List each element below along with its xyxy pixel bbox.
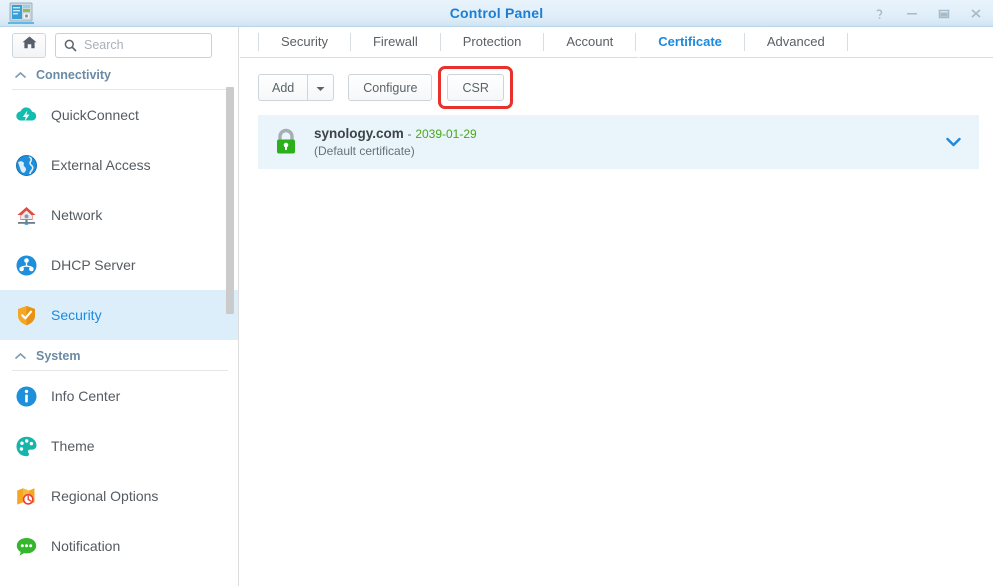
shield-icon — [14, 303, 39, 328]
chevron-up-icon — [14, 71, 27, 80]
help-button[interactable] — [872, 6, 887, 21]
tab-bar-divider — [240, 57, 993, 58]
certificate-toolbar: Add Configure CSR — [240, 57, 993, 109]
lock-icon — [272, 126, 300, 158]
configure-button[interactable]: Configure — [348, 74, 433, 101]
csr-button-label: CSR — [462, 80, 489, 95]
tab-account[interactable]: Account — [544, 33, 637, 51]
sidebar-item-label: Regional Options — [51, 488, 159, 504]
certificate-list: synology.com - 2039-01-29 (Default certi… — [240, 101, 993, 169]
globe-icon — [14, 153, 39, 178]
sidebar-item-quickconnect[interactable]: QuickConnect — [0, 90, 238, 140]
sidebar-item-label: DHCP Server — [51, 257, 136, 273]
network-house-icon — [14, 203, 39, 228]
sidebar-item-label: Notification — [51, 538, 121, 554]
tab-bar: Security Firewall Protection Account Cer… — [240, 27, 993, 63]
quickconnect-cloud-icon — [14, 103, 39, 128]
sidebar-item-notification[interactable]: Notification — [0, 521, 238, 571]
sidebar-group-system: System Info Center Theme Regional Option… — [0, 340, 238, 571]
certificate-name: synology.com — [314, 126, 404, 141]
window-controls — [872, 0, 983, 27]
tab-label: Account — [566, 34, 614, 49]
control-panel-window: Control Panel Search Connectivity QuickC… — [0, 0, 993, 586]
tab-label: Protection — [462, 34, 522, 49]
sidebar-item-security[interactable]: Security — [0, 290, 238, 340]
certificate-expiry-date: 2039-01-29 — [415, 127, 477, 141]
tab-label: Advanced — [766, 34, 825, 49]
tab-protection[interactable]: Protection — [441, 33, 545, 51]
certificate-texts: synology.com - 2039-01-29 (Default certi… — [314, 126, 477, 158]
sidebar-item-label: QuickConnect — [51, 107, 139, 123]
sidebar-item-info-center[interactable]: Info Center — [0, 371, 238, 421]
search-icon — [64, 39, 77, 52]
sidebar-scrollbar[interactable] — [226, 87, 234, 314]
tab-label: Firewall — [372, 34, 418, 49]
tab-firewall[interactable]: Firewall — [351, 33, 441, 51]
chevron-up-icon — [14, 352, 27, 361]
home-button[interactable] — [12, 32, 46, 58]
chevron-down-icon[interactable] — [946, 137, 961, 147]
tab-advanced[interactable]: Advanced — [745, 33, 848, 51]
certificate-title-line: synology.com - 2039-01-29 — [314, 126, 477, 141]
add-button[interactable]: Add — [258, 74, 308, 101]
certificate-subtitle: (Default certificate) — [314, 144, 415, 158]
sidebar-item-label: External Access — [51, 157, 151, 173]
csr-button[interactable]: CSR — [447, 74, 504, 101]
sidebar-item-regional-options[interactable]: Regional Options — [0, 471, 238, 521]
sidebar-group-label: System — [36, 349, 81, 363]
search-input[interactable] — [84, 38, 189, 52]
sidebar-item-dhcp-server[interactable]: DHCP Server — [0, 240, 238, 290]
info-icon — [14, 384, 39, 409]
sidebar-scroll-area: Connectivity QuickConnect External Acces… — [0, 59, 238, 586]
window-title: Control Panel — [449, 5, 544, 21]
minimize-button[interactable] — [904, 6, 919, 21]
sidebar-group-header-connectivity[interactable]: Connectivity — [0, 66, 238, 89]
palette-icon — [14, 434, 39, 459]
sidebar-item-network[interactable]: Network — [0, 190, 238, 240]
certificate-row[interactable]: synology.com - 2039-01-29 (Default certi… — [258, 115, 979, 169]
sidebar-item-theme[interactable]: Theme — [0, 421, 238, 471]
sidebar-item-external-access[interactable]: External Access — [0, 140, 238, 190]
tab-certificate[interactable]: Certificate — [636, 33, 745, 51]
notification-bubble-icon — [14, 534, 39, 559]
sidebar-item-label: Security — [51, 307, 102, 323]
add-button-group: Add — [258, 74, 335, 101]
csr-button-wrapper: CSR — [438, 66, 513, 109]
add-button-label: Add — [272, 80, 295, 95]
sidebar-group-connectivity: Connectivity QuickConnect External Acces… — [0, 59, 238, 340]
sidebar-group-label: Connectivity — [36, 68, 112, 82]
tab-label: Security — [281, 34, 328, 49]
sidebar-toolbar — [0, 27, 238, 59]
configure-button-label: Configure — [363, 80, 418, 95]
tab-security[interactable]: Security — [258, 33, 351, 51]
certificate-separator: - — [407, 127, 412, 141]
close-button[interactable] — [968, 6, 983, 21]
add-dropdown-button[interactable] — [307, 74, 335, 101]
tab-label: Certificate — [658, 34, 722, 49]
caret-down-icon — [316, 81, 325, 95]
home-icon — [21, 35, 38, 55]
sidebar-item-label: Info Center — [51, 388, 121, 404]
maximize-button[interactable] — [936, 6, 951, 21]
sidebar-item-label: Network — [51, 207, 103, 223]
title-bar: Control Panel — [0, 0, 993, 27]
sidebar-item-label: Theme — [51, 438, 95, 454]
regional-options-icon — [14, 484, 39, 509]
search-box[interactable] — [55, 32, 212, 58]
dhcp-server-icon — [14, 253, 39, 278]
sidebar: Connectivity QuickConnect — [0, 27, 239, 586]
sidebar-group-header-system[interactable]: System — [0, 347, 238, 370]
active-tab-indicator — [630, 56, 648, 63]
main-content: Security Firewall Protection Account Cer… — [240, 27, 993, 586]
